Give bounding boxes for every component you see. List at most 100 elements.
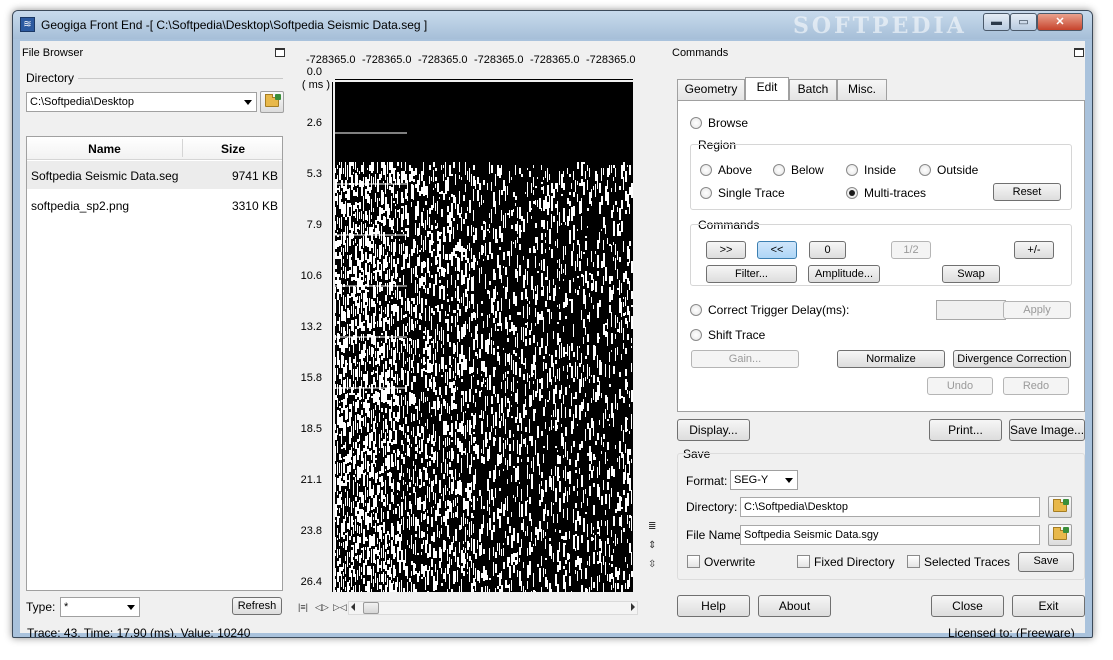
minimize-button[interactable]: ▬: [983, 13, 1010, 31]
filter-button[interactable]: Filter...: [706, 265, 797, 283]
trace-fill: [579, 405, 581, 420]
trace-fill: [429, 165, 431, 170]
divergence-correction-button[interactable]: Divergence Correction: [953, 350, 1071, 368]
trace-fill: [365, 211, 367, 220]
reset-button[interactable]: Reset: [993, 183, 1061, 201]
apply-button[interactable]: Apply: [1003, 301, 1071, 319]
display-button[interactable]: Display...: [677, 419, 750, 441]
multi-traces-radio[interactable]: [846, 187, 858, 199]
browse-file-name-button[interactable]: [1048, 524, 1072, 546]
tab-edit[interactable]: Edit: [745, 77, 789, 100]
half-button[interactable]: 1/2: [891, 241, 931, 259]
file-name-input[interactable]: Softpedia Seismic Data.sgy: [740, 525, 1040, 545]
outside-radio[interactable]: [919, 164, 931, 176]
float-panel-icon[interactable]: [1074, 48, 1084, 57]
scroll-left-icon[interactable]: [351, 603, 355, 611]
trace-fill: [487, 339, 489, 354]
print-button[interactable]: Print...: [929, 419, 1002, 441]
scroll-thumb[interactable]: [363, 602, 379, 614]
trace-fill: [577, 491, 578, 496]
horizontal-scroll-bar[interactable]: |≡| ◁▷ ▷◁: [298, 601, 643, 615]
close-button[interactable]: Close: [931, 595, 1004, 617]
trace-fill: [433, 170, 434, 182]
trace-fill: [567, 198, 569, 204]
trace-fill: [623, 430, 624, 442]
file-row[interactable]: softpedia_sp2.png 3310 KB: [27, 191, 282, 219]
above-radio[interactable]: [700, 164, 712, 176]
amplitude-button[interactable]: Amplitude...: [808, 265, 880, 283]
fit-width-icon[interactable]: |≡|: [298, 602, 308, 612]
tab-geometry[interactable]: Geometry: [677, 79, 745, 100]
overwrite-checkbox[interactable]: [687, 555, 700, 568]
trace-fill: [601, 451, 602, 454]
format-combo[interactable]: SEG-Y: [730, 470, 798, 490]
trace-fill: [357, 414, 359, 420]
file-list[interactable]: Name Size Softpedia Seismic Data.seg 974…: [26, 136, 283, 591]
tab-misc[interactable]: Misc.: [837, 79, 887, 100]
trace-fill: [383, 561, 385, 569]
trace-fill: [593, 505, 595, 515]
trace-fill: [605, 186, 607, 201]
shift-trace-radio[interactable]: [690, 329, 702, 341]
expand-horizontal-icon[interactable]: ◁▷: [315, 602, 329, 613]
folder-arrow-icon: [1063, 527, 1069, 533]
trace-fill: [531, 364, 533, 377]
trace-fill: [469, 347, 470, 361]
vertical-zoom-icon[interactable]: ≣: [648, 521, 656, 532]
single-trace-radio[interactable]: [700, 187, 712, 199]
vertical-expand-icon[interactable]: ⇕: [648, 540, 656, 551]
browse-folder-button[interactable]: [260, 91, 284, 113]
save-image-button[interactable]: Save Image...: [1009, 419, 1085, 441]
below-radio[interactable]: [773, 164, 785, 176]
trace-fill: [523, 586, 524, 592]
help-button[interactable]: Help: [677, 595, 750, 617]
scroll-track[interactable]: [348, 601, 638, 615]
inside-radio[interactable]: [846, 164, 858, 176]
column-size-header[interactable]: Size: [183, 142, 283, 156]
gain-button[interactable]: Gain...: [691, 350, 799, 368]
trace-fill: [587, 589, 588, 592]
trace-fill: [421, 359, 422, 363]
float-panel-icon[interactable]: [275, 48, 285, 57]
trace-fill: [485, 243, 486, 256]
about-button[interactable]: About: [758, 595, 831, 617]
seismic-trace-display[interactable]: [335, 82, 633, 592]
trace-fill: [413, 185, 414, 200]
browse-radio[interactable]: [690, 117, 702, 129]
refresh-button[interactable]: Refresh: [232, 597, 282, 615]
tab-batch[interactable]: Batch: [789, 79, 837, 100]
vertical-compress-icon[interactable]: ⇳: [648, 559, 656, 570]
trace-fill: [411, 371, 412, 373]
maximize-button[interactable]: ▭: [1010, 13, 1037, 31]
trace-fill: [483, 246, 484, 253]
fixed-directory-checkbox[interactable]: [797, 555, 810, 568]
prev-trace-button[interactable]: <<: [757, 241, 797, 259]
browse-save-directory-button[interactable]: [1048, 496, 1072, 518]
directory-combo[interactable]: C:\Softpedia\Desktop: [26, 92, 257, 112]
exit-button[interactable]: Exit: [1012, 595, 1085, 617]
selected-traces-checkbox[interactable]: [907, 555, 920, 568]
plus-minus-button[interactable]: +/-: [1014, 241, 1054, 259]
column-name-header[interactable]: Name: [27, 142, 182, 156]
trigger-delay-input[interactable]: [936, 300, 1006, 320]
normalize-button[interactable]: Normalize: [837, 350, 945, 368]
type-combo[interactable]: *: [60, 597, 140, 617]
file-row[interactable]: Softpedia Seismic Data.seg 9741 KB: [27, 161, 282, 189]
trace-fill: [365, 189, 367, 199]
redo-button[interactable]: Redo: [1003, 377, 1069, 395]
close-window-button[interactable]: ✕: [1037, 13, 1083, 31]
trace-fill: [385, 255, 387, 268]
trace-fill: [399, 537, 401, 551]
trace-fill: [391, 187, 393, 193]
title-bar[interactable]: ≋ Geogiga Front End -[ C:\Softpedia\Desk…: [13, 11, 1092, 39]
compress-horizontal-icon[interactable]: ▷◁: [333, 602, 347, 613]
correct-trigger-radio[interactable]: [690, 304, 702, 316]
undo-button[interactable]: Undo: [927, 377, 993, 395]
next-trace-button[interactable]: >>: [706, 241, 746, 259]
zero-button[interactable]: 0: [809, 241, 846, 259]
trace-fill: [369, 551, 370, 557]
save-button[interactable]: Save: [1018, 552, 1074, 572]
swap-button[interactable]: Swap: [942, 265, 1000, 283]
save-directory-input[interactable]: C:\Softpedia\Desktop: [740, 497, 1040, 517]
scroll-right-icon[interactable]: [631, 603, 635, 611]
